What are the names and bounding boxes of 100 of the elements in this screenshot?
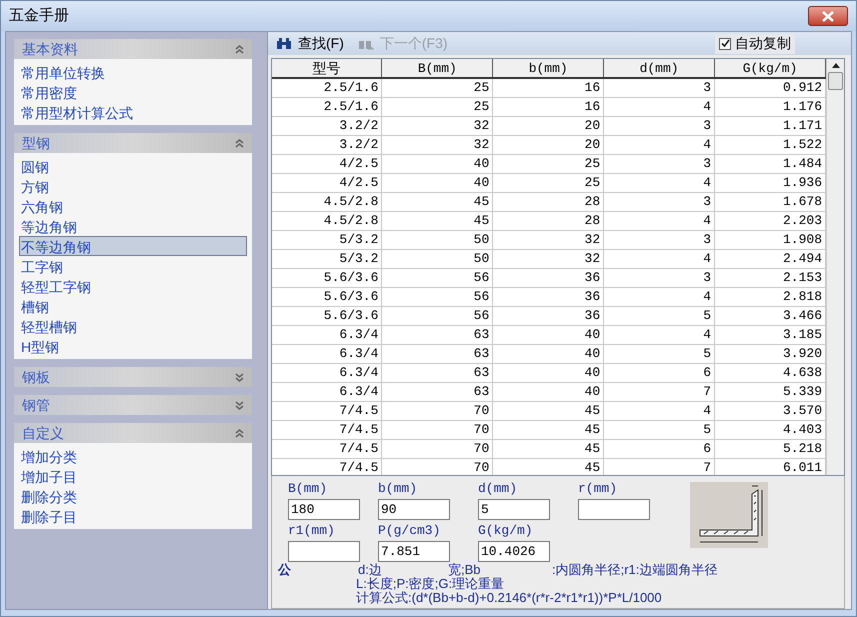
table-cell: 56 (382, 268, 493, 288)
scroll-up-icon[interactable] (832, 63, 840, 68)
input-field[interactable]: 7.851 (378, 541, 450, 562)
sidebar-item[interactable]: 槽钢 (19, 296, 248, 316)
scrollbar[interactable] (826, 59, 844, 475)
table-cell: 6.3/4 (272, 326, 382, 344)
scroll-thumb[interactable] (828, 72, 843, 90)
column-header[interactable]: d(mm) (604, 59, 715, 78)
section-header[interactable]: 自定义 (14, 423, 252, 443)
sidebar-item[interactable]: 常用密度 (19, 82, 248, 102)
formula-note: 计算公式:(d*(Bb+b-d)+0.2146*(r*r-2*r1*r1))*P*L/1000 (356, 591, 662, 605)
table-cell: 3 (604, 154, 715, 174)
sidebar-item[interactable]: H型钢 (19, 336, 248, 356)
input-field[interactable] (578, 499, 650, 520)
table-cell: 7/4.5 (272, 458, 382, 475)
table-cell: 3.185 (714, 326, 826, 344)
table-cell: 1.908 (714, 230, 826, 250)
auto-copy-checkbox[interactable]: 自动复制 (715, 34, 795, 54)
table-cell: 28 (492, 192, 604, 212)
column-header[interactable]: G(kg/m) (714, 59, 826, 78)
table-cell: 40 (492, 364, 604, 382)
table-cell: 3 (604, 268, 715, 288)
sidebar-item[interactable]: 轻型槽钢 (19, 316, 248, 336)
table-cell: 28 (492, 212, 604, 230)
table-cell: 63 (382, 364, 493, 382)
table-cell: 4 (604, 288, 715, 306)
section-header[interactable]: 型钢 (14, 133, 252, 153)
section-header[interactable]: 钢管 (14, 395, 252, 415)
table-cell: 4 (604, 212, 715, 230)
table-cell: 5 (604, 344, 715, 364)
sidebar-item[interactable]: 轻型工字钢 (19, 276, 248, 296)
table-cell: 5/3.2 (272, 230, 382, 250)
table-cell: 4 (604, 174, 715, 192)
table-cell: 3.920 (714, 344, 826, 364)
input-field[interactable]: 90 (378, 499, 450, 520)
input-field[interactable]: 5 (478, 499, 550, 520)
table-cell: 16 (492, 78, 604, 98)
table-cell: 32 (382, 136, 493, 154)
table-cell: 45 (382, 212, 493, 230)
section-header[interactable]: 基本资料 (14, 39, 252, 59)
column-header[interactable]: 型号 (272, 59, 382, 78)
sidebar-item[interactable]: 工字钢 (19, 256, 248, 276)
table-cell: 32 (382, 116, 493, 136)
table-cell: 20 (492, 116, 604, 136)
field-label: P(g/cm3) (378, 523, 440, 539)
sidebar-item[interactable]: 圆钢 (19, 156, 248, 176)
close-button[interactable] (808, 6, 848, 26)
table-cell: 50 (382, 250, 493, 268)
sidebar-item[interactable]: 方钢 (19, 176, 248, 196)
sidebar-item[interactable]: 等边角钢 (19, 216, 248, 236)
table-cell: 36 (492, 288, 604, 306)
table-cell: 4 (604, 250, 715, 268)
close-icon (822, 10, 834, 22)
table-cell: 4.403 (714, 420, 826, 440)
sidebar-item[interactable]: 常用型材计算公式 (19, 102, 248, 122)
table-cell: 40 (492, 326, 604, 344)
input-field[interactable]: 10.4026 (478, 541, 550, 562)
field-label: G(kg/m) (478, 523, 533, 539)
formula-note: d:边 (358, 562, 382, 577)
table-cell: 5.218 (714, 440, 826, 458)
table-cell: 7 (604, 382, 715, 402)
table-cell: 6 (604, 440, 715, 458)
table-cell: 0.912 (714, 78, 826, 98)
table-cell: 1.678 (714, 192, 826, 212)
column-header[interactable]: b(mm) (492, 59, 604, 78)
table-cell: 5.6/3.6 (272, 306, 382, 326)
table-cell: 45 (382, 192, 493, 212)
binoculars-icon (276, 37, 292, 50)
table-cell: 70 (382, 402, 493, 420)
sidebar-item[interactable]: 增加子目 (19, 466, 248, 486)
section-header[interactable]: 钢板 (14, 367, 252, 387)
sidebar-item[interactable]: 删除子目 (19, 506, 248, 526)
field-label: r1(mm) (288, 523, 335, 539)
table-cell: 2.203 (714, 212, 826, 230)
input-field[interactable] (288, 541, 360, 562)
formula-note: 公 (278, 562, 291, 577)
sidebar-item[interactable]: 不等边角钢 (19, 236, 248, 256)
table-cell: 4/2.5 (272, 174, 382, 192)
table-cell: 25 (492, 154, 604, 174)
sidebar-item[interactable]: 删除分类 (19, 486, 248, 506)
table-cell: 1.522 (714, 136, 826, 154)
sidebar-item[interactable]: 六角钢 (19, 196, 248, 216)
sidebar-item[interactable]: 常用单位转换 (19, 62, 248, 82)
table-cell: 56 (382, 306, 493, 326)
table-cell: 3.2/2 (272, 136, 382, 154)
formula-note: L:长度;P:密度;G:理论重量 (356, 577, 504, 591)
formula-note: :内圆角半径;r1:边端圆角半径 (552, 562, 718, 577)
find-button[interactable]: 查找(F) (276, 33, 344, 54)
table-cell: 70 (382, 458, 493, 475)
table-cell: 6.3/4 (272, 364, 382, 382)
table-cell: 40 (492, 344, 604, 364)
table-cell: 4 (604, 136, 715, 154)
input-field[interactable]: 180 (288, 499, 360, 520)
table-cell: 4 (604, 402, 715, 420)
table-cell: 63 (382, 326, 493, 344)
sidebar-item[interactable]: 增加分类 (19, 446, 248, 466)
table-cell: 36 (492, 306, 604, 326)
table-cell: 45 (492, 420, 604, 440)
column-header[interactable]: B(mm) (382, 59, 493, 78)
table-cell: 50 (382, 230, 493, 250)
